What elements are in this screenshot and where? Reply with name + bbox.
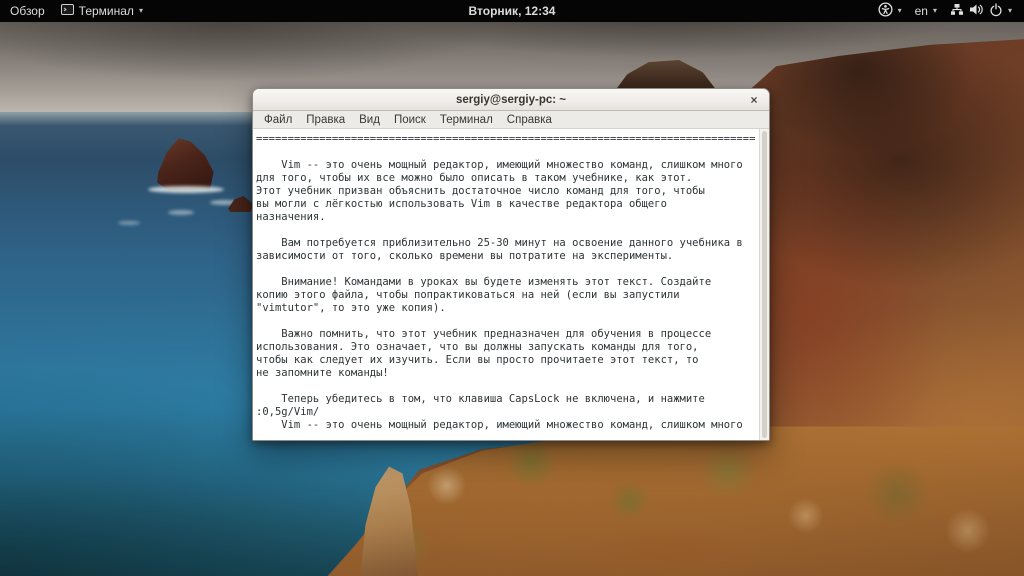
window-titlebar[interactable]: sergiy@sergiy-pc: ~ × [253, 89, 769, 111]
menu-item-4[interactable]: Терминал [433, 113, 500, 127]
chevron-down-icon: ▾ [138, 6, 143, 15]
scrollbar-thumb[interactable] [762, 131, 767, 438]
terminal-line: Теперь убедитесь в том, что клавиша Caps… [256, 393, 705, 405]
terminal-line: назначения. [256, 211, 326, 223]
terminal-app-icon [60, 4, 74, 18]
network-wired-icon [950, 3, 964, 19]
wallpaper-surf-foam [148, 186, 224, 193]
power-icon [989, 2, 1003, 20]
terminal-line: Важно помнить, что этот учебник предназн… [256, 328, 712, 340]
terminal-line: для того, чтобы их все можно было описат… [256, 172, 693, 184]
accessibility-icon [878, 2, 893, 20]
terminal-line: Этот учебник призван объяснить достаточн… [256, 185, 705, 197]
volume-icon [969, 3, 984, 19]
terminal-line: "vimtutor", то это уже копия). [256, 302, 446, 314]
menu-item-1[interactable]: Правка [299, 113, 352, 127]
chevron-down-icon: ▾ [1007, 6, 1012, 15]
terminal-line: использования. Это означает, что вы долж… [256, 341, 699, 353]
close-button[interactable]: × [746, 92, 762, 108]
terminal-scrollbar[interactable] [759, 129, 769, 440]
chevron-down-icon: ▾ [897, 6, 902, 15]
terminal-line: Внимание! Командами в уроках вы будете и… [256, 276, 712, 288]
clock[interactable]: Вторник, 12:34 [0, 4, 1024, 18]
terminal-menubar: Файл Правка Вид Поиск Терминал Справка [253, 111, 769, 129]
menu-item-2[interactable]: Вид [352, 113, 387, 127]
top-panel: Обзор Терминал ▾ Вторник, 12:34 ▾ en ▾ ▾ [0, 0, 1024, 22]
terminal-line: зависимости от того, сколько времени вы … [256, 250, 674, 262]
app-menu-label: Терминал [78, 4, 134, 18]
terminal-line: чтобы как следует их изучить. Если вы пр… [256, 354, 699, 366]
terminal-line: Vim -- это очень мощный редактор, имеющи… [256, 159, 743, 171]
keyboard-layout-menu[interactable]: en ▾ [915, 0, 937, 22]
terminal-line: вы могли с лёгкостью использовать Vim в … [256, 198, 667, 210]
activities-button[interactable]: Обзор [10, 0, 45, 22]
keyboard-layout-label: en [914, 4, 928, 18]
app-menu-terminal[interactable]: Терминал ▾ [60, 0, 143, 22]
menu-item-5[interactable]: Справка [500, 113, 559, 127]
window-title: sergiy@sergiy-pc: ~ [456, 93, 566, 106]
wallpaper-surf-foam [168, 210, 194, 215]
terminal-window: sergiy@sergiy-pc: ~ × Файл Правка Вид Поиск… [252, 88, 770, 441]
terminal-line: :0,5g/Vim/ [256, 406, 320, 418]
wallpaper-surf-foam [118, 221, 140, 225]
menu-item-3[interactable]: Поиск [387, 113, 433, 127]
terminal-line: копию этого файла, чтобы попрактиковатьс… [256, 289, 680, 301]
system-status-area[interactable]: ▾ [950, 0, 1012, 22]
menu-item-0[interactable]: Файл [257, 113, 299, 127]
chevron-down-icon: ▾ [932, 6, 937, 15]
terminal-content[interactable]: ========================================… [253, 129, 769, 440]
accessibility-menu[interactable]: ▾ [878, 0, 902, 22]
terminal-line: не запомните команды! [256, 367, 389, 379]
activities-label: Обзор [10, 4, 45, 18]
terminal-line: Vim -- это очень мощный редактор, имеющи… [256, 419, 743, 431]
terminal-line: ========================================… [256, 133, 756, 145]
terminal-line: Вам потребуется приблизительно 25-30 мин… [256, 237, 743, 249]
